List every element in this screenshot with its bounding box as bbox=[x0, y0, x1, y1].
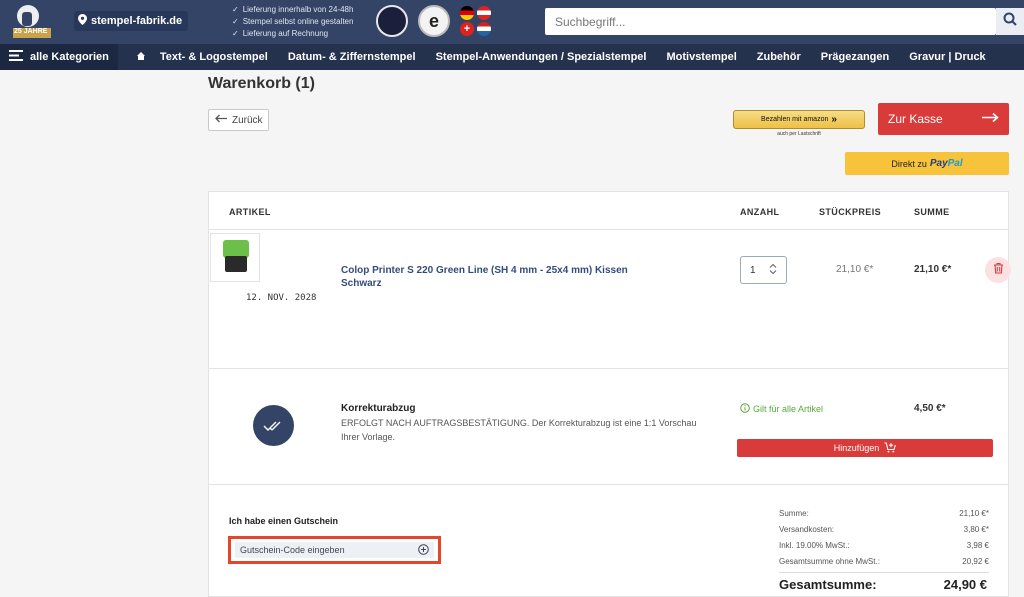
product-image[interactable] bbox=[210, 233, 260, 282]
totals-row: Versandkosten: 3,80 €* bbox=[779, 524, 989, 534]
top-header: 25 JAHRE stempel-fabrik.de ✓ Lieferung in… bbox=[0, 0, 1024, 44]
home-icon[interactable] bbox=[118, 51, 150, 64]
trash-icon bbox=[993, 261, 1004, 279]
paypal-prefix: Direkt zu bbox=[891, 158, 927, 169]
flag-at-icon[interactable] bbox=[477, 6, 491, 20]
paypal-button[interactable]: Direkt zu PayPal bbox=[845, 152, 1009, 175]
checkout-label: Zur Kasse bbox=[888, 112, 943, 126]
grand-total-label: Gesamtsumme: bbox=[779, 577, 877, 592]
cart-add-icon bbox=[884, 441, 897, 455]
flag-ch-icon[interactable]: + bbox=[460, 22, 474, 36]
grand-total-value: 24,90 € bbox=[943, 577, 987, 592]
domain-label: stempel-fabrik.de bbox=[91, 15, 183, 27]
header-unit-price: STÜCKPREIS bbox=[819, 207, 882, 217]
check-icon: ✓ bbox=[232, 5, 239, 14]
feature-item: ✓ Lieferung innerhalb von 24-48h bbox=[232, 5, 354, 14]
trusted-shops-badge[interactable]: e bbox=[418, 5, 450, 37]
page-title: Warenkorb (1) bbox=[208, 75, 315, 92]
header-article: ARTIKEL bbox=[229, 207, 271, 217]
voucher-placeholder: Gutschein-Code eingeben bbox=[240, 545, 345, 555]
checkout-button[interactable]: Zur Kasse bbox=[878, 103, 1009, 135]
menu-icon bbox=[9, 50, 23, 64]
totals-divider bbox=[779, 572, 989, 573]
voucher-highlight: Gutschein-Code eingeben bbox=[228, 536, 441, 564]
totals-row: Gesamtsumme ohne MwSt.: 20,92 € bbox=[779, 556, 989, 566]
paypal-logo: PayPal bbox=[929, 158, 963, 169]
quantity-stepper[interactable]: 1 bbox=[740, 256, 787, 284]
amazon-pay-subtext: auch per Lastschrift bbox=[777, 131, 821, 137]
remove-item-button[interactable] bbox=[985, 257, 1011, 283]
logo-text: 25 JAHRE bbox=[14, 28, 48, 35]
nav-item-gravur[interactable]: Gravur | Druck bbox=[899, 51, 995, 63]
all-categories-label: alle Kategorien bbox=[30, 51, 109, 63]
voucher-title: Ich habe einen Gutschein bbox=[229, 516, 339, 526]
rating-badge[interactable] bbox=[376, 5, 408, 37]
proof-title: Korrekturabzug bbox=[341, 403, 416, 414]
amazon-pay-button[interactable]: Bezahlen mit amazon » bbox=[733, 110, 865, 129]
arrow-left-icon bbox=[215, 114, 228, 126]
flag-de-icon[interactable] bbox=[460, 6, 474, 20]
header-sum: SUMME bbox=[914, 207, 950, 217]
cart-card: ARTIKEL ANZAHL STÜCKPREIS SUMME 12. NOV.… bbox=[208, 191, 1011, 597]
back-button[interactable]: Zurück bbox=[208, 109, 269, 131]
feature-list: ✓ Lieferung innerhalb von 24-48h ✓ Stempel… bbox=[232, 4, 353, 40]
location-pin-icon bbox=[78, 14, 87, 28]
proof-validity-label: Gilt für alle Artikel bbox=[753, 404, 824, 414]
search-button[interactable] bbox=[996, 8, 1024, 35]
product-name-link[interactable]: Colop Printer S 220 Green Line (SH 4 mm … bbox=[341, 264, 661, 290]
cart-item-row: 12. NOV. 2028 Colop Printer S 220 Green … bbox=[209, 230, 1011, 369]
main-nav: alle Kategorien Text- & Logostempel Datu… bbox=[0, 44, 1024, 70]
nav-item-praegezangen[interactable]: Prägezangen bbox=[811, 51, 899, 63]
stepper-icon[interactable] bbox=[769, 263, 777, 278]
plus-circle-icon[interactable] bbox=[418, 543, 429, 557]
proof-row: Korrekturabzug ERFOLGT NACH AUFTRAGSBEST… bbox=[209, 369, 1008, 485]
search-input[interactable]: Suchbegriff... bbox=[545, 8, 996, 35]
proof-validity: Gilt für alle Artikel bbox=[740, 403, 823, 415]
proof-description: ERFOLGT NACH AUFTRAGSBESTÄTIGUNG. Der Ko… bbox=[341, 418, 697, 442]
domain-badge[interactable]: stempel-fabrik.de bbox=[74, 11, 189, 31]
grand-total: Gesamtsumme: 24,90 € bbox=[779, 577, 987, 592]
add-proof-button[interactable]: Hinzufügen bbox=[737, 439, 993, 457]
add-proof-label: Hinzufügen bbox=[833, 443, 880, 453]
check-icon: ✓ bbox=[232, 29, 239, 38]
header-qty: ANZAHL bbox=[740, 207, 780, 217]
voucher-code-field[interactable]: Gutschein-Code eingeben bbox=[235, 542, 434, 558]
amazon-pay-label: Bezahlen mit amazon bbox=[761, 116, 829, 123]
back-label: Zurück bbox=[232, 114, 263, 126]
unit-price: 21,10 €* bbox=[836, 264, 874, 275]
feature-item: ✓ Lieferung auf Rechnung bbox=[232, 29, 329, 38]
site-logo[interactable]: 25 JAHRE bbox=[10, 3, 54, 41]
quantity-value: 1 bbox=[750, 264, 756, 276]
feature-item: ✓ Stempel selbst online gestalten bbox=[232, 17, 354, 26]
cart-table-header: ARTIKEL ANZAHL STÜCKPREIS SUMME bbox=[209, 192, 1008, 230]
check-icon: ✓ bbox=[232, 17, 239, 26]
nav-item-text-logo[interactable]: Text- & Logostempel bbox=[150, 51, 278, 63]
proof-price: 4,50 €* bbox=[914, 403, 946, 414]
nav-item-zubehoer[interactable]: Zubehör bbox=[747, 51, 811, 63]
info-icon bbox=[740, 403, 750, 415]
flag-nl-icon[interactable] bbox=[477, 22, 491, 36]
totals-box: Summe: 21,10 €* Versandkosten: 3,80 €* Ink… bbox=[779, 505, 989, 569]
totals-row: Summe: 21,10 €* bbox=[779, 508, 989, 518]
item-sum: 21,10 €* bbox=[914, 264, 952, 275]
double-chevron-icon: » bbox=[831, 114, 837, 125]
nav-item-datum[interactable]: Datum- & Ziffernstempel bbox=[278, 51, 426, 63]
double-check-icon bbox=[253, 405, 294, 446]
nav-item-motiv[interactable]: Motivstempel bbox=[656, 51, 746, 63]
item-date: 12. NOV. 2028 bbox=[246, 293, 317, 303]
search-icon bbox=[1003, 12, 1017, 31]
totals-row: Inkl. 19.00% MwSt.: 3,98 € bbox=[779, 540, 989, 550]
arrow-right-icon bbox=[982, 112, 999, 126]
nav-item-anwendungen[interactable]: Stempel-Anwendungen / Spezialstempel bbox=[426, 51, 657, 63]
all-categories-button[interactable]: alle Kategorien bbox=[0, 44, 118, 70]
